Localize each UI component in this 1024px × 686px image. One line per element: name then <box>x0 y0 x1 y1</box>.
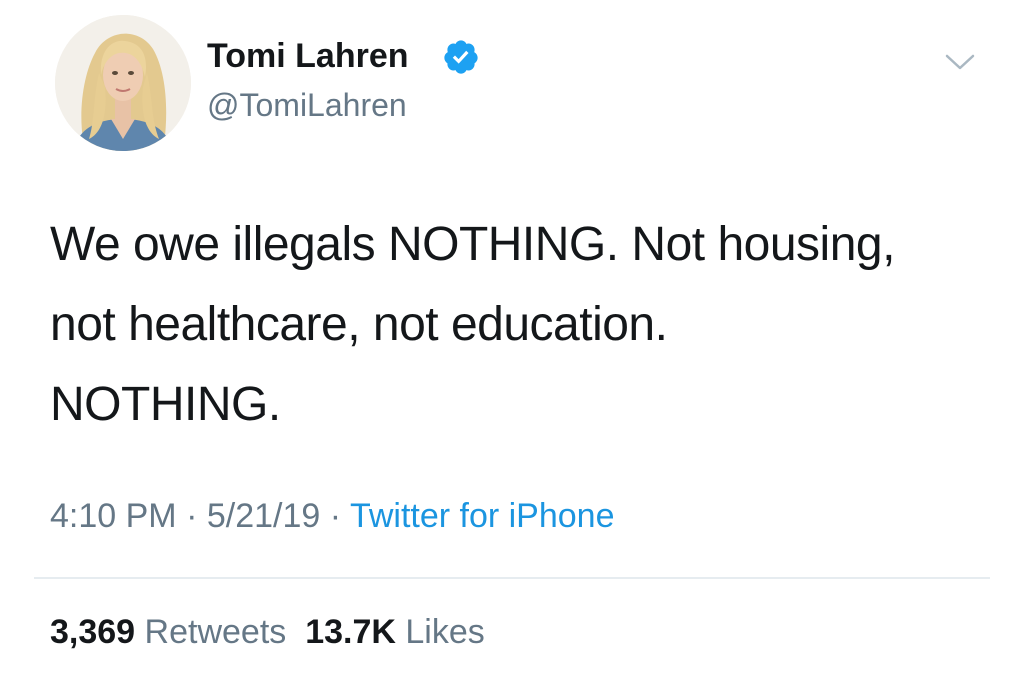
handle[interactable]: @TomiLahren <box>207 84 407 126</box>
likes-count: 13.7K <box>305 613 396 651</box>
retweets-stat[interactable]: 3,369 Retweets <box>50 613 286 651</box>
tweet-text-line: We owe illegals NOTHING. Not housing, <box>50 218 895 271</box>
tweet-text-line: not healthcare, not education. <box>50 298 668 351</box>
divider <box>34 577 990 579</box>
meta-separator: · <box>329 497 342 535</box>
avatar[interactable] <box>55 15 191 151</box>
chevron-down-icon[interactable] <box>944 52 976 72</box>
likes-stat[interactable]: 13.7K Likes <box>305 613 485 651</box>
tweet-date[interactable]: 5/21/19 <box>207 497 320 535</box>
display-name[interactable]: Tomi Lahren <box>207 34 409 78</box>
tweet-source-link[interactable]: Twitter for iPhone <box>350 497 615 535</box>
engagement-stats: 3,369 Retweets 13.7K Likes <box>50 610 485 654</box>
tweet-text-line: NOTHING. <box>50 378 281 431</box>
tweet-text: We owe illegals NOTHING. Not housing, no… <box>50 205 990 445</box>
retweets-count: 3,369 <box>50 613 136 651</box>
tweet-metadata: 4:10 PM · 5/21/19 · Twitter for iPhone <box>50 494 615 538</box>
tweet-card: Tomi Lahren @TomiLahren We owe illegals … <box>0 0 1024 686</box>
meta-separator: · <box>186 497 198 535</box>
likes-label: Likes <box>405 613 485 651</box>
tweet-time[interactable]: 4:10 PM <box>50 497 177 535</box>
avatar-image <box>55 15 191 151</box>
verified-badge-icon <box>444 40 478 74</box>
retweets-label: Retweets <box>144 613 287 651</box>
